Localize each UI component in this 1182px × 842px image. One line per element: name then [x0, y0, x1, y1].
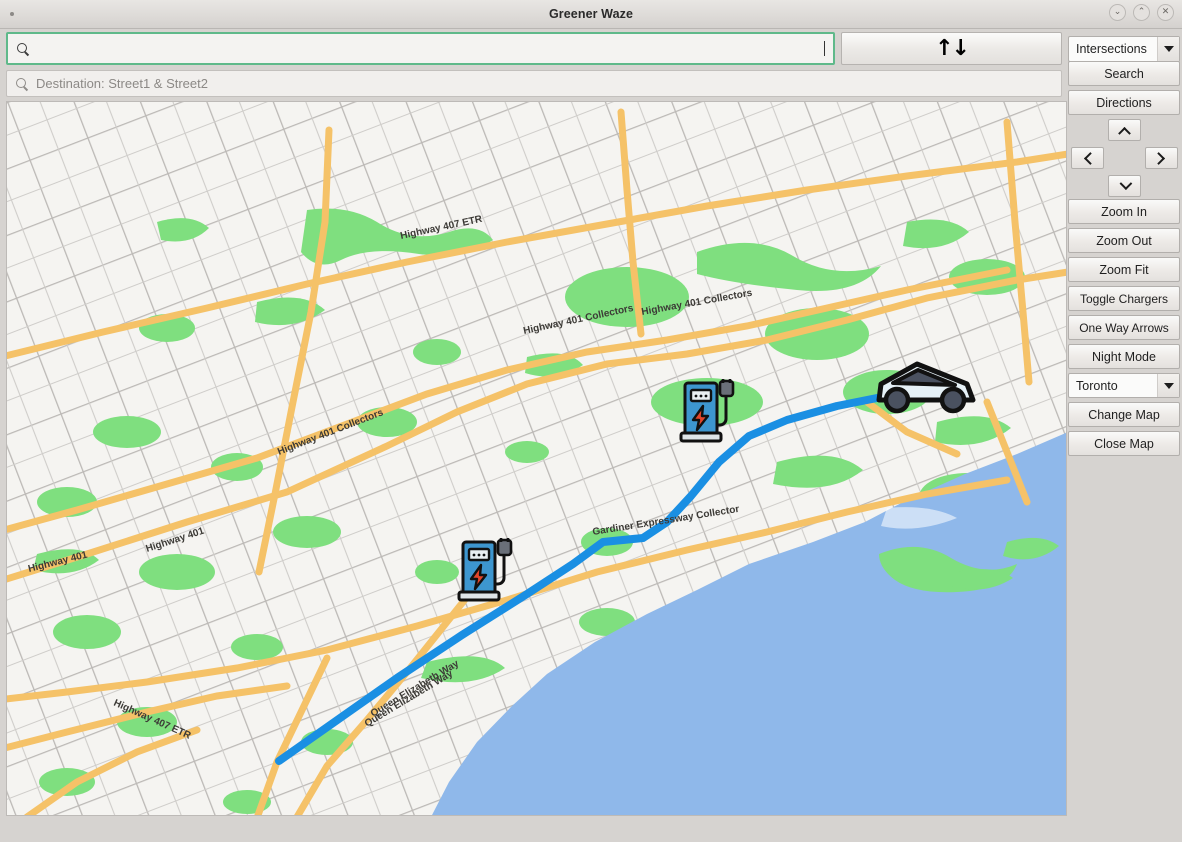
zoom-out-button[interactable]: Zoom Out — [1068, 228, 1180, 253]
map-vector: Highway 407 ETR Highway 401 Collectors H… — [7, 102, 1066, 815]
chevron-left-icon — [1083, 151, 1097, 165]
window-title: Greener Waze — [548, 7, 634, 21]
text-caret — [824, 41, 825, 56]
swap-endpoints-button[interactable]: ↑↓ — [841, 32, 1062, 65]
zoom-fit-button[interactable]: Zoom Fit — [1068, 257, 1180, 282]
chevron-up-icon — [1118, 126, 1131, 140]
pan-left-button[interactable] — [1071, 147, 1104, 169]
pan-control — [1068, 119, 1180, 197]
maximize-icon[interactable]: ⌃ — [1133, 4, 1150, 21]
destination-input[interactable]: Destination: Street1 & Street2 — [6, 70, 1062, 97]
search-icon — [16, 42, 30, 56]
search-toolbar: ↑↓ Intersections — [0, 30, 1182, 67]
window-menu-icon[interactable] — [10, 12, 14, 16]
map-canvas[interactable]: Highway 407 ETR Highway 401 Collectors H… — [6, 101, 1067, 816]
title-bar: Greener Waze ⌄ ⌃ ✕ — [0, 0, 1182, 29]
sidebar: Search Directions Zoom In Zoom Out Zoom … — [1068, 32, 1180, 460]
chevron-right-icon — [1152, 151, 1166, 165]
vehicle-marker[interactable] — [871, 358, 981, 414]
origin-input[interactable] — [6, 32, 835, 65]
destination-placeholder: Destination: Street1 & Street2 — [36, 76, 208, 91]
swap-arrows-icon: ↑↓ — [935, 35, 970, 61]
pan-right-button[interactable] — [1145, 147, 1178, 169]
night-mode-button[interactable]: Night Mode — [1068, 344, 1180, 369]
close-icon[interactable]: ✕ — [1157, 4, 1174, 21]
charger-marker-1[interactable] — [679, 375, 737, 447]
toggle-chargers-button[interactable]: Toggle Chargers — [1068, 286, 1180, 311]
ev-charging-station-icon — [457, 538, 513, 602]
minimize-icon[interactable]: ⌄ — [1109, 4, 1126, 21]
window-controls: ⌄ ⌃ ✕ — [1109, 4, 1174, 21]
map-layers: Highway 407 ETR Highway 401 Collectors H… — [7, 102, 1066, 815]
chevron-down-icon[interactable] — [1157, 374, 1179, 397]
change-map-button[interactable]: Change Map — [1068, 402, 1180, 427]
ev-charging-station-icon — [679, 379, 735, 443]
directions-button[interactable]: Directions — [1068, 90, 1180, 115]
chevron-down-icon — [1119, 176, 1133, 190]
close-map-button[interactable]: Close Map — [1068, 431, 1180, 456]
one-way-arrows-button[interactable]: One Way Arrows — [1068, 315, 1180, 340]
status-bar — [0, 818, 1182, 842]
search-button[interactable]: Search — [1068, 61, 1180, 86]
city-select-value: Toronto — [1076, 378, 1118, 393]
electric-car-icon — [876, 361, 976, 414]
app-window: Greener Waze ⌄ ⌃ ✕ ↑↓ Intersections Dest… — [0, 0, 1182, 842]
pan-down-button[interactable] — [1108, 175, 1141, 197]
zoom-in-button[interactable]: Zoom In — [1068, 199, 1180, 224]
charger-marker-2[interactable] — [457, 534, 515, 606]
search-icon — [15, 77, 29, 91]
pan-up-button[interactable] — [1108, 119, 1141, 141]
city-select[interactable]: Toronto — [1068, 373, 1180, 398]
